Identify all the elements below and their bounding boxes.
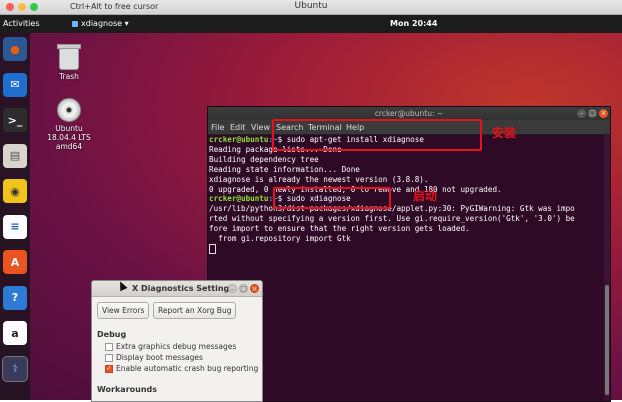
terminal-line: 0 upgraded, 0 newly installed, 0 to remo… [209, 185, 602, 195]
xdiag-minimize-button[interactable]: – [228, 284, 237, 293]
terminal-icon[interactable]: >_ [3, 108, 27, 132]
prompt-user: crcker@ubuntu [209, 194, 269, 204]
terminal-cursor [209, 243, 216, 254]
vm-window-titlebar: Ctrl+Alt to free cursor Ubuntu [0, 0, 622, 15]
terminal-line: /usr/lib/python3/dist-packages/xdiagnose… [209, 204, 602, 214]
option-extra-debug[interactable]: Extra graphics debug messages [105, 342, 236, 351]
terminal-line: fore import to ensure that the right ver… [209, 224, 602, 234]
line-text: /usr/lib/python3/dist-packages/xdiagnose… [209, 204, 575, 214]
minimize-button[interactable]: – [577, 109, 586, 118]
line-text: xdiagnose is already the newest version … [209, 174, 429, 184]
terminal-scrollbar[interactable] [604, 135, 610, 401]
app-menu-label: xdiagnose [81, 19, 123, 28]
desktop-icon-ubuntu-cd[interactable]: Ubuntu 18.04.4 LTS amd64 [37, 98, 101, 151]
terminal-title: crcker@ubuntu: ~ [374, 109, 444, 118]
xdiag-close-button[interactable]: × [250, 284, 259, 293]
launch-highlight-box [273, 187, 391, 209]
scrollbar-thumb[interactable] [605, 285, 609, 395]
files-icon[interactable]: ▤ [3, 143, 27, 168]
option-crash-reporting[interactable]: ✓ Enable automatic crash bug reporting [105, 364, 258, 373]
desktop-icon-trash[interactable]: Trash [37, 44, 101, 81]
close-button[interactable]: × [599, 109, 608, 118]
firefox-icon[interactable]: ● [3, 37, 27, 61]
view-errors-button[interactable]: View Errors [97, 302, 150, 319]
xdiag-maximize-button[interactable]: □ [239, 284, 248, 293]
amazon-icon[interactable]: a [3, 321, 27, 345]
xdiagnose-settings-window[interactable]: X Diagnostics Settings – □ × View Errors… [91, 280, 263, 402]
checkbox-extra-debug[interactable] [105, 342, 113, 351]
line-text: from gi.repository import Gtk [209, 234, 351, 244]
terminal-output[interactable]: crcker@ubuntu:~$ sudo apt-get install xd… [208, 135, 602, 401]
cd-label-line-2: 18.04.4 LTS [47, 133, 91, 142]
line-text: Reading state information... Done [209, 164, 360, 174]
rhythmbox-icon[interactable]: ◉ [3, 179, 27, 203]
app-menu-icon [72, 20, 78, 27]
prompt-user: crcker@ubuntu [209, 135, 269, 144]
xdiagnose-icon[interactable]: ⚕ [2, 355, 28, 382]
cd-label-line-1: Ubuntu [55, 124, 83, 133]
option-boot-messages[interactable]: Display boot messages [105, 353, 203, 362]
option-label: Extra graphics debug messages [116, 342, 237, 351]
launch-annotation: 启动 [413, 189, 438, 203]
report-xorg-bug-button[interactable]: Report an Xorg Bug [153, 302, 237, 319]
xdiag-title: X Diagnostics Settings [132, 284, 235, 293]
terminal-line: rted without specifying a version first.… [209, 214, 602, 224]
terminal-line: Reading state information... Done [209, 165, 602, 175]
line-text: rted without specifying a version first.… [209, 214, 575, 224]
maximize-button[interactable]: □ [588, 109, 597, 118]
cd-icon [57, 98, 81, 122]
checkbox-boot-messages[interactable] [105, 353, 113, 362]
debug-section-title: Debug [97, 330, 127, 339]
software-icon[interactable]: A [3, 250, 27, 274]
app-menu[interactable]: xdiagnose ▾ [72, 19, 129, 28]
terminal-cursor-line [209, 243, 602, 254]
gnome-top-bar: Activities xdiagnose ▾ Mon 20:44 [0, 15, 622, 33]
thunderbird-icon[interactable]: ✉ [3, 72, 27, 97]
trash-icon [57, 44, 81, 70]
install-annotation: 安装 [492, 126, 517, 140]
clock[interactable]: Mon 20:44 [390, 19, 437, 28]
menu-file[interactable]: File [211, 123, 224, 132]
vm-window-title: Ubuntu [294, 1, 328, 11]
line-text: fore import to ensure that the right ver… [209, 224, 470, 234]
option-label: Display boot messages [116, 353, 203, 362]
menu-edit[interactable]: Edit [230, 123, 246, 132]
help-icon[interactable]: ? [3, 285, 27, 310]
workarounds-section-title: Workarounds [97, 385, 158, 394]
terminal-line: Building dependency tree [209, 155, 602, 165]
chevron-down-icon: ▾ [124, 19, 129, 28]
menu-view[interactable]: View [251, 123, 270, 132]
cd-label-line-3: amd64 [55, 142, 83, 151]
terminal-line: crcker@ubuntu:~$ sudo xdiagnose [209, 194, 602, 204]
checkbox-crash-reporting[interactable]: ✓ [105, 364, 113, 373]
install-highlight-box [272, 119, 482, 151]
terminal-line: xdiagnose is already the newest version … [209, 175, 602, 185]
activities-button[interactable]: Activities [3, 19, 40, 28]
option-label: Enable automatic crash bug reporting [116, 364, 259, 373]
terminal-line: from gi.repository import Gtk [209, 234, 602, 244]
dock: ● ✉ >_ ▤ ◉ ≡ A? a ⚕ [0, 33, 30, 400]
trash-label: Trash [59, 72, 79, 81]
line-text: Building dependency tree [209, 154, 319, 164]
writer-icon[interactable]: ≡ [3, 214, 27, 239]
